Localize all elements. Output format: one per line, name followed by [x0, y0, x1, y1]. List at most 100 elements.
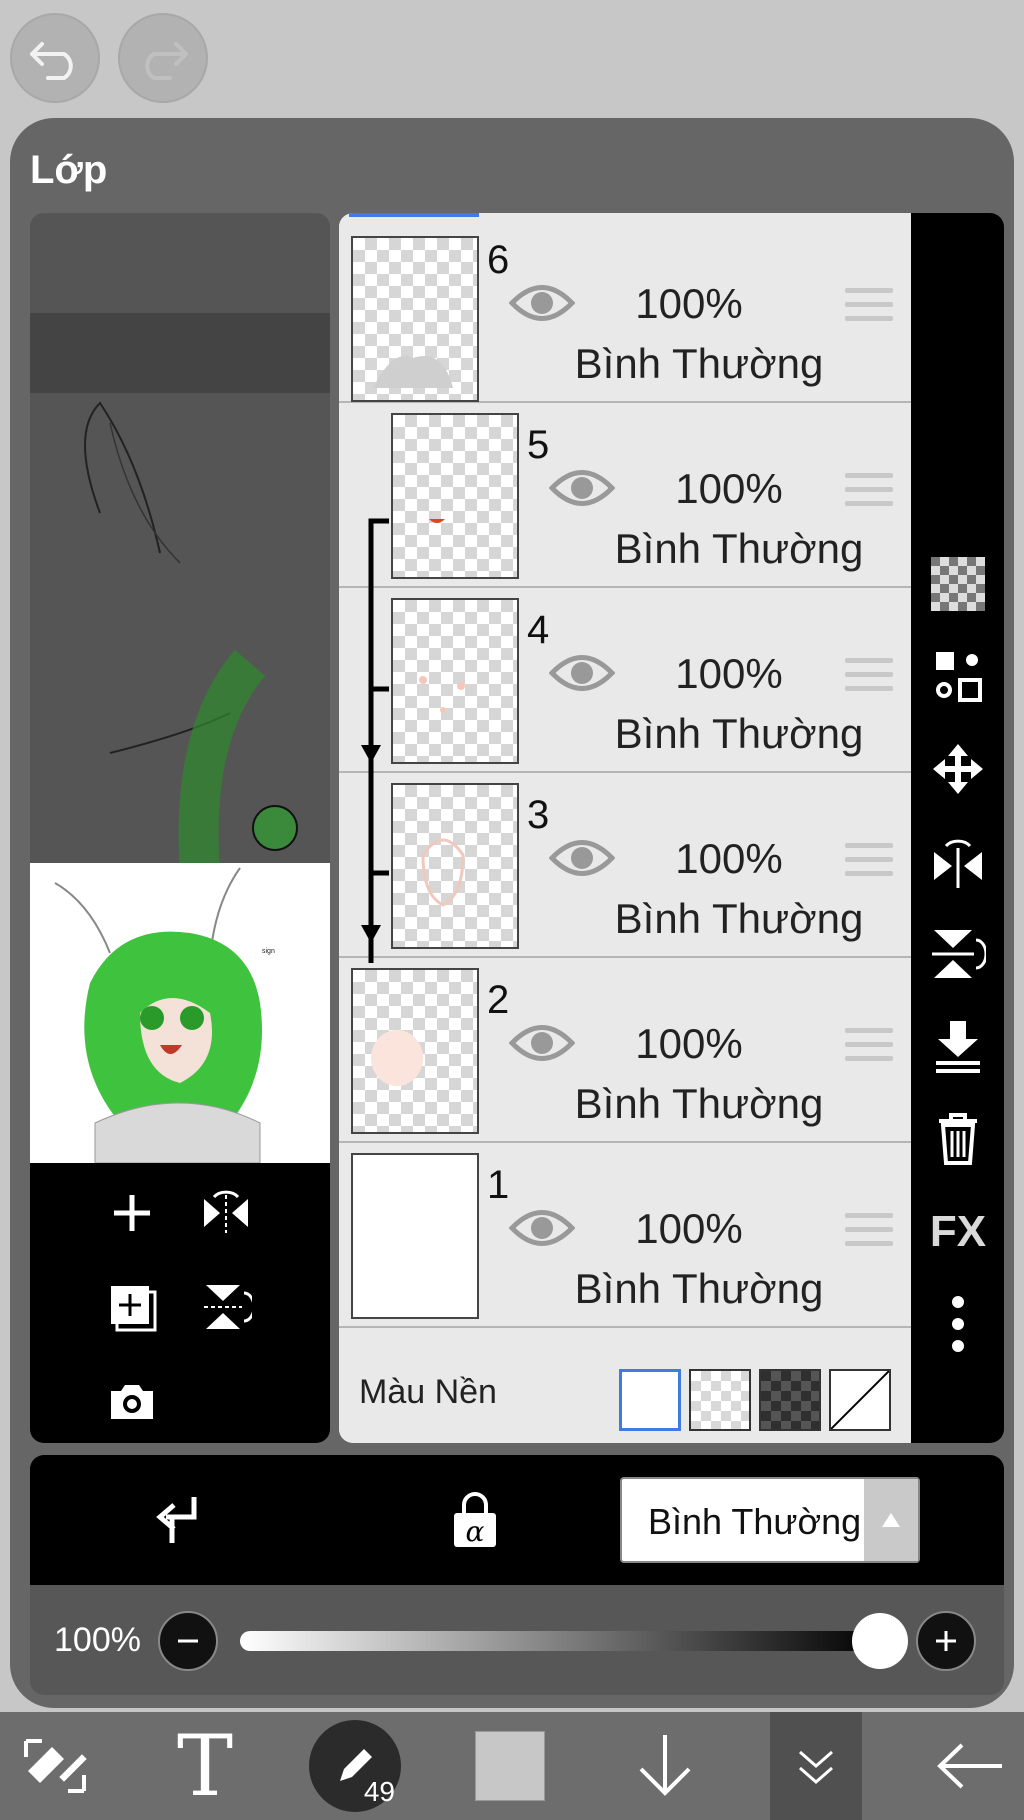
- layer-list: 6 100% Bình Thường 5 100% Bình Thường 4 …: [339, 213, 911, 1443]
- merge-down-icon: [936, 1021, 980, 1073]
- background-none-swatch[interactable]: [829, 1369, 891, 1431]
- drag-handle-icon[interactable]: [845, 1213, 893, 1253]
- brush-tool-button[interactable]: 49: [305, 1712, 405, 1820]
- canvas-thumbnail[interactable]: sign: [30, 863, 330, 1163]
- drag-handle-icon[interactable]: [845, 843, 893, 883]
- alpha-lock-button[interactable]: α: [450, 1491, 500, 1554]
- drag-handle-icon[interactable]: [845, 473, 893, 513]
- camera-icon: [111, 1385, 153, 1419]
- layer-row-3[interactable]: 3 100% Bình Thường: [339, 773, 911, 958]
- background-white-swatch[interactable]: [619, 1369, 681, 1431]
- more-button[interactable]: [927, 1293, 989, 1355]
- move-icon: [933, 744, 983, 794]
- canvas-preview: sign: [30, 213, 330, 1443]
- character-thumbnail: sign: [54, 867, 275, 1163]
- drag-handle-icon[interactable]: [845, 1028, 893, 1068]
- layer-row-4[interactable]: 4 100% Bình Thường: [339, 588, 911, 773]
- layer-blend-mode: Bình Thường: [614, 895, 864, 942]
- opacity-bar: 100%: [30, 1585, 1004, 1695]
- background-checker-dark-swatch[interactable]: [759, 1369, 821, 1431]
- layer-thumbnail: [351, 1153, 479, 1319]
- layer-number: 6: [487, 238, 510, 282]
- add-layer-icon: [114, 1195, 150, 1231]
- color-button[interactable]: [470, 1712, 550, 1820]
- eye-icon[interactable]: [549, 650, 615, 696]
- layer-number: 2: [487, 978, 510, 1022]
- flip-v-button[interactable]: [927, 923, 989, 985]
- eye-icon[interactable]: [509, 280, 575, 326]
- flip-vertical-icon: [932, 930, 986, 978]
- layer-blend-mode: Bình Thường: [574, 1080, 824, 1127]
- merge-down-button[interactable]: [927, 1016, 989, 1078]
- flip-horizontal-button[interactable]: [196, 1183, 256, 1243]
- opacity-slider[interactable]: [240, 1631, 880, 1651]
- blend-mode-select[interactable]: Bình Thường: [620, 1477, 920, 1563]
- back-button[interactable]: [920, 1712, 1020, 1820]
- more-icon: [952, 1296, 964, 1352]
- background-row: Màu Nền: [339, 1343, 911, 1443]
- minus-icon: [178, 1639, 198, 1643]
- opacity-increase-button[interactable]: [916, 1611, 976, 1671]
- swap-layer-icon: [936, 652, 982, 702]
- move-button[interactable]: [927, 738, 989, 800]
- delete-layer-button[interactable]: [927, 1108, 989, 1170]
- brush-size: 49: [363, 1776, 395, 1807]
- eye-icon[interactable]: [509, 1205, 575, 1251]
- opacity-label: 100%: [54, 1621, 141, 1659]
- flip-h-button[interactable]: [927, 831, 989, 893]
- svg-text:α: α: [466, 1515, 485, 1548]
- fx-icon: FX: [929, 1207, 987, 1256]
- layer-opacity: 100%: [635, 280, 743, 327]
- color-swatch: [475, 1731, 545, 1801]
- svg-text:sign: sign: [262, 948, 275, 955]
- add-layer-button[interactable]: [102, 1183, 162, 1243]
- drag-handle-icon[interactable]: [845, 658, 893, 698]
- layer-thumbnail: [351, 236, 479, 402]
- flip-vertical-button[interactable]: [196, 1277, 256, 1337]
- layer-number: 5: [527, 423, 550, 467]
- plus-icon: [936, 1631, 956, 1651]
- undo-button[interactable]: [10, 13, 100, 103]
- transform-tool-button[interactable]: [0, 1712, 110, 1820]
- back-arrow-icon: [937, 1743, 1002, 1789]
- fx-button[interactable]: FX: [927, 1201, 989, 1263]
- down-button[interactable]: [615, 1712, 715, 1820]
- transparency-button[interactable]: [927, 553, 989, 615]
- clipping-arrows-icon: [361, 518, 389, 963]
- layer-row-6[interactable]: 6 100% Bình Thường: [339, 218, 911, 403]
- camera-button[interactable]: [102, 1371, 162, 1431]
- layer-side-toolbar: FX: [911, 213, 1004, 1443]
- layer-opacity: 100%: [635, 1020, 743, 1067]
- add-layer-copy-icon: [111, 1286, 157, 1332]
- flip-vertical-icon: [204, 1285, 252, 1329]
- transform-icon: [24, 1739, 87, 1793]
- blend-bar: α Bình Thường: [30, 1455, 1004, 1585]
- layer-thumbnail: [351, 968, 479, 1134]
- layers-collapse-icon: [799, 1750, 833, 1784]
- clip-icon: [156, 1497, 197, 1543]
- eye-icon[interactable]: [549, 835, 615, 881]
- background-checker-light-swatch[interactable]: [689, 1369, 751, 1431]
- copy-layer-button[interactable]: [102, 1277, 162, 1337]
- blend-mode-value: Bình Thường: [648, 1501, 862, 1542]
- trash-icon: [939, 1113, 977, 1165]
- redo-button[interactable]: [118, 13, 208, 103]
- redo-icon: [145, 42, 188, 80]
- drag-handle-icon[interactable]: [845, 288, 893, 328]
- layer-row-1[interactable]: 1 100% Bình Thường: [339, 1143, 911, 1328]
- layer-number: 3: [527, 793, 550, 837]
- layer-row-5[interactable]: 5 100% Bình Thường: [339, 403, 911, 588]
- swap-layer-button[interactable]: [927, 645, 989, 707]
- eye-icon[interactable]: [549, 465, 615, 511]
- clip-button[interactable]: [150, 1493, 200, 1552]
- opacity-decrease-button[interactable]: [158, 1611, 218, 1671]
- text-tool-button[interactable]: T: [150, 1712, 260, 1820]
- layer-row-2[interactable]: 2 100% Bình Thường: [339, 958, 911, 1143]
- text-icon: T: [176, 1717, 234, 1815]
- flip-horizontal-icon: [204, 1190, 248, 1233]
- eye-icon[interactable]: [509, 1020, 575, 1066]
- opacity-slider-thumb[interactable]: [852, 1613, 908, 1669]
- layers-collapse-button[interactable]: [770, 1712, 862, 1820]
- flip-horizontal-icon: [934, 839, 982, 888]
- layer-opacity: 100%: [675, 465, 783, 512]
